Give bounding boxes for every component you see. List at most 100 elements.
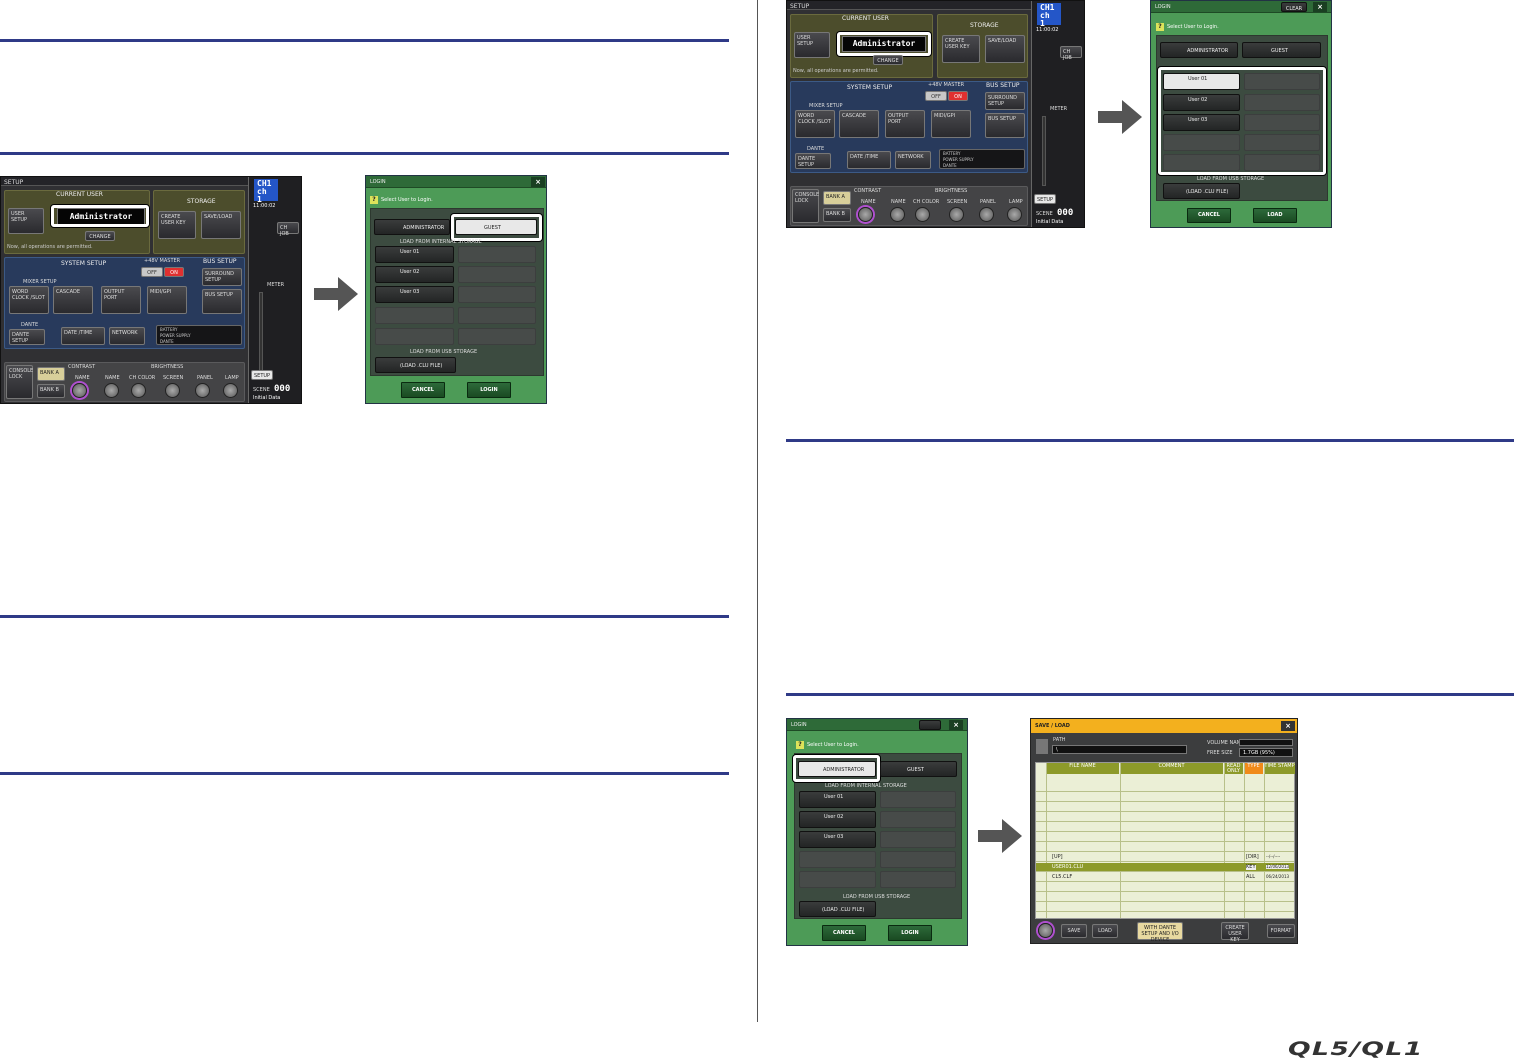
bus-setup-button[interactable]: BUS SETUP <box>985 113 1025 138</box>
bank-a-button[interactable]: BANK A <box>823 191 851 205</box>
user-slot-1[interactable]: User 01 <box>799 791 876 808</box>
table-row[interactable] <box>1036 903 1294 912</box>
format-button[interactable]: FORMAT <box>1267 924 1295 938</box>
table-row[interactable] <box>1036 893 1294 902</box>
cancel-button[interactable]: CANCEL <box>822 925 866 941</box>
table-row[interactable] <box>1036 883 1294 892</box>
col-header-file-name[interactable]: FILE NAME <box>1046 763 1119 774</box>
user-slot-2[interactable]: User 02 <box>799 811 876 828</box>
close-icon[interactable]: × <box>949 720 963 730</box>
close-icon[interactable]: × <box>531 177 545 187</box>
contrast-knob[interactable] <box>858 207 873 222</box>
name-knob[interactable] <box>890 207 905 222</box>
load-clu-button[interactable]: (LOAD .CLU FILE) <box>375 357 456 373</box>
plus48-off-button[interactable]: OFF <box>141 267 163 277</box>
table-row[interactable] <box>1036 793 1294 802</box>
table-row[interactable] <box>1036 783 1294 792</box>
user-slot-3[interactable]: User 03 <box>799 831 876 848</box>
lamp-knob[interactable] <box>1007 207 1022 222</box>
login-button[interactable]: LOGIN <box>888 925 932 941</box>
file-row-user01[interactable]: USER01.CLU KEY 12/06/2013 <box>1036 863 1294 872</box>
surround-setup-button[interactable]: SURROUND SETUP <box>202 268 242 286</box>
save-load-button[interactable]: SAVE/LOAD <box>201 211 241 239</box>
guest-button[interactable]: GUEST <box>880 761 957 777</box>
user-slot-3[interactable]: User 03 <box>1163 114 1240 131</box>
console-lock-button[interactable]: CONSOLE LOCK <box>792 189 819 223</box>
cascade-button[interactable]: CASCADE <box>53 286 93 314</box>
bus-setup-button[interactable]: BUS SETUP <box>202 289 242 314</box>
plus48-off-button[interactable]: OFF <box>925 91 947 101</box>
clear-button[interactable] <box>919 720 941 730</box>
table-row[interactable] <box>1036 833 1294 842</box>
midi-gpi-button[interactable]: MIDI/GPI <box>931 110 971 138</box>
with-dante-button[interactable]: WITH DANTE SETUP AND I/O DEVICE <box>1137 922 1183 943</box>
cancel-button[interactable]: CANCEL <box>1187 208 1231 223</box>
save-button[interactable]: SAVE <box>1061 924 1087 938</box>
network-button[interactable]: NETWORK <box>895 151 931 169</box>
user-slot-1[interactable]: User 01 <box>1163 73 1240 90</box>
screen-knob[interactable] <box>949 207 964 222</box>
save-load-button[interactable]: SAVE/LOAD <box>985 35 1025 63</box>
login-button[interactable]: LOGIN <box>467 382 511 398</box>
col-header-type[interactable]: TYPE <box>1244 763 1263 774</box>
ch-job-button[interactable]: CH JOB <box>277 222 299 237</box>
user-slot-3[interactable]: User 03 <box>375 286 454 303</box>
load-clu-button[interactable]: (LOAD .CLU FILE) <box>799 901 876 917</box>
name-knob[interactable] <box>104 383 119 398</box>
panel-knob[interactable] <box>979 207 994 222</box>
dante-setup-button[interactable]: DANTE SETUP <box>795 153 831 169</box>
surround-setup-button[interactable]: SURROUND SETUP <box>985 92 1025 110</box>
plus48-on-button[interactable]: ON <box>164 267 184 277</box>
channel-indicator[interactable]: CH1 ch 1 <box>1037 3 1061 28</box>
guest-button[interactable]: GUEST <box>1242 42 1321 58</box>
user-slot-1[interactable]: User 01 <box>375 246 454 263</box>
network-button[interactable]: NETWORK <box>109 327 145 345</box>
load-button[interactable]: LOAD <box>1253 208 1297 223</box>
bank-b-button[interactable]: BANK B <box>37 384 65 398</box>
bank-b-button[interactable]: BANK B <box>823 208 851 222</box>
ch-color-knob[interactable] <box>915 207 930 222</box>
table-row[interactable] <box>1036 843 1294 852</box>
channel-indicator[interactable]: CH1 ch 1 <box>254 179 278 204</box>
load-clu-button[interactable]: (LOAD .CLU FILE) <box>1163 183 1240 199</box>
create-user-key-button[interactable]: CREATE USER KEY <box>158 211 196 239</box>
table-row[interactable] <box>1036 803 1294 812</box>
bank-a-button[interactable]: BANK A <box>37 367 65 381</box>
plus48-on-button[interactable]: ON <box>948 91 968 101</box>
path-field[interactable]: \ <box>1052 745 1187 754</box>
scroll-knob[interactable] <box>1038 923 1053 938</box>
output-port-button[interactable]: OUTPUT PORT <box>885 110 925 138</box>
table-row[interactable] <box>1036 813 1294 822</box>
clear-button[interactable]: CLEAR <box>1281 2 1307 12</box>
user-setup-button[interactable]: USER SETUP <box>8 208 44 234</box>
panel-knob[interactable] <box>195 383 210 398</box>
change-button[interactable]: CHANGE <box>873 55 903 65</box>
administrator-button[interactable]: ADMINISTRATOR <box>374 219 450 235</box>
close-icon[interactable]: × <box>1281 721 1295 731</box>
col-header-comment[interactable]: COMMENT <box>1120 763 1223 774</box>
create-user-key-button[interactable]: CREATE USER KEY <box>942 35 980 63</box>
console-lock-button[interactable]: CONSOLE LOCK <box>6 365 33 399</box>
ch-job-button[interactable]: CH JOB <box>1060 46 1082 61</box>
midi-gpi-button[interactable]: MIDI/GPI <box>147 286 187 314</box>
table-row[interactable] <box>1036 823 1294 832</box>
screen-knob[interactable] <box>165 383 180 398</box>
user-setup-button[interactable]: USER SETUP <box>794 32 830 58</box>
output-port-button[interactable]: OUTPUT PORT <box>101 286 141 314</box>
date-time-button[interactable]: DATE /TIME <box>847 151 891 169</box>
file-row-cl5[interactable]: CL5.CLF ALL 06/24/2013 <box>1036 873 1294 882</box>
date-time-button[interactable]: DATE /TIME <box>61 327 105 345</box>
user-slot-2[interactable]: User 02 <box>375 266 454 283</box>
close-icon[interactable]: × <box>1313 2 1327 12</box>
create-user-key-button[interactable]: CREATE USER KEY <box>1221 922 1249 943</box>
lamp-knob[interactable] <box>223 383 238 398</box>
col-header-time-stamp[interactable]: TIME STAMP <box>1264 763 1295 774</box>
col-header-read-only[interactable]: READ ONLY <box>1224 763 1243 774</box>
setup-button[interactable]: SETUP <box>1034 194 1056 204</box>
word-clock-button[interactable]: WORD CLOCK /SLOT <box>795 110 835 138</box>
dante-setup-button[interactable]: DANTE SETUP <box>9 329 45 345</box>
user-slot-2[interactable]: User 02 <box>1163 94 1240 111</box>
load-button[interactable]: LOAD <box>1092 924 1118 938</box>
administrator-button[interactable]: ADMINISTRATOR <box>1160 42 1238 58</box>
file-row-up[interactable]: [UP] [DIR] --/--/---- <box>1036 853 1294 862</box>
